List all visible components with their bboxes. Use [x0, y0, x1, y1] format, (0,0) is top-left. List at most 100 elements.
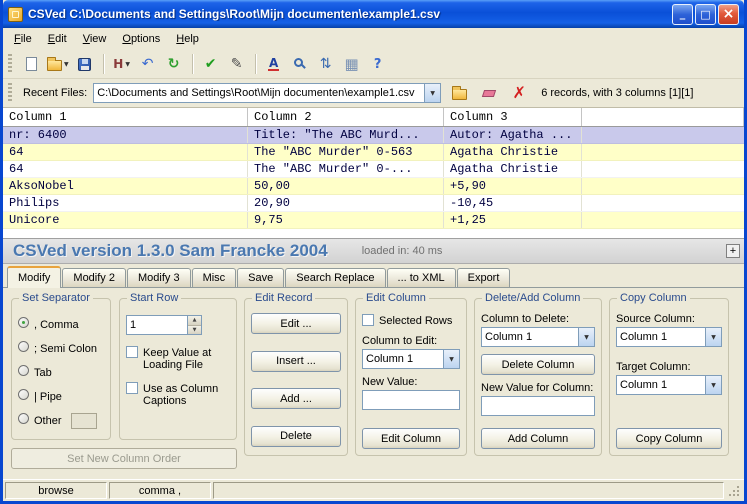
maximize-button[interactable]: □	[695, 4, 716, 25]
table-row[interactable]: 64 The "ABC Murder" 0-563 Agatha Christi…	[3, 144, 744, 161]
clear-recent-button[interactable]	[477, 81, 501, 105]
target-column-select[interactable]: Column 1 ▼	[616, 375, 722, 395]
open-folder-icon	[47, 60, 62, 71]
help-icon: ?	[374, 58, 382, 71]
new-value-for-column-input[interactable]	[481, 396, 595, 416]
menu-view[interactable]: View	[75, 30, 115, 48]
help-button[interactable]: ?	[366, 52, 390, 76]
combo-dropdown-button[interactable]: ▼	[578, 328, 594, 346]
checkbox-icon[interactable]	[126, 382, 138, 394]
combo-dropdown-button[interactable]: ▼	[705, 328, 721, 346]
table-row[interactable]: 64 The "ABC Murder" 0-... Agatha Christi…	[3, 161, 744, 178]
column-header[interactable]	[582, 108, 744, 126]
radio-button-icon[interactable]	[18, 317, 29, 328]
close-button[interactable]: ×	[718, 4, 739, 25]
combo-dropdown-button[interactable]: ▼	[443, 350, 459, 368]
expand-button[interactable]: +	[726, 244, 740, 258]
main-toolbar: ▼ H▼ ↶ ↻ ✔ ✎ A ⇅ ▦ ?	[3, 50, 744, 79]
edit-record-button[interactable]: ✎	[225, 52, 249, 76]
recent-files-combobox[interactable]: C:\Documents and Settings\Root\Mijn docu…	[93, 83, 441, 103]
edit-record-delete-button[interactable]: Delete	[251, 426, 341, 447]
minimize-button[interactable]: _	[672, 4, 693, 25]
column-header[interactable]: Column 2	[248, 108, 444, 126]
column-captions-checkbox-row[interactable]: Use as Column Captions	[126, 381, 230, 409]
add-column-button[interactable]: Add Column	[481, 428, 595, 449]
radio-other[interactable]: Other	[18, 413, 104, 429]
selected-rows-checkbox-row[interactable]: Selected Rows	[362, 313, 460, 329]
undo-button[interactable]: ↶	[136, 52, 160, 76]
table-row[interactable]: nr: 6400 Title: "The ABC Murd... Autor: …	[3, 127, 744, 144]
toolbar-grip[interactable]	[8, 54, 12, 74]
cell: -10,45	[444, 195, 582, 211]
refresh-button[interactable]: ↻	[162, 52, 186, 76]
edit-record-edit-button[interactable]: Edit ...	[251, 313, 341, 334]
set-new-column-order-button[interactable]: Set New Column Order	[11, 448, 237, 469]
apply-button[interactable]: ✔	[199, 52, 223, 76]
combo-dropdown-button[interactable]: ▼	[424, 84, 440, 102]
sort-button[interactable]: ⇅	[314, 52, 338, 76]
new-value-input[interactable]	[362, 390, 460, 410]
checkbox-icon[interactable]	[362, 314, 374, 326]
edit-record-insert-button[interactable]: Insert ...	[251, 351, 341, 372]
radio-comma[interactable]: , Comma	[18, 317, 104, 333]
delete-column-button[interactable]: Delete Column	[481, 354, 595, 375]
column-to-edit-select[interactable]: Column 1 ▼	[362, 349, 460, 369]
other-separator-input[interactable]	[71, 413, 97, 429]
resize-grip[interactable]	[726, 482, 742, 499]
tab-to-xml[interactable]: ... to XML	[387, 268, 456, 287]
radio-button-icon[interactable]	[18, 389, 29, 400]
menu-options[interactable]: Options	[114, 30, 168, 48]
tab-modify-2[interactable]: Modify 2	[62, 268, 126, 287]
combo-dropdown-button[interactable]: ▼	[705, 376, 721, 394]
stepper-down-button[interactable]: ▼	[188, 325, 201, 335]
open-recent-button[interactable]	[447, 81, 471, 105]
radio-button-icon[interactable]	[18, 341, 29, 352]
menu-edit[interactable]: Edit	[40, 30, 75, 48]
tab-export[interactable]: Export	[457, 268, 511, 287]
radio-pipe[interactable]: | Pipe	[18, 389, 104, 405]
remove-recent-button[interactable]: ✗	[507, 81, 531, 105]
open-file-button[interactable]: ▼	[45, 52, 71, 76]
column-width-button[interactable]: H▼	[110, 52, 134, 76]
tab-modify-3[interactable]: Modify 3	[127, 268, 191, 287]
chevron-down-icon: ▼	[430, 90, 435, 97]
toolbar-grip[interactable]	[8, 83, 12, 103]
tab-search-replace[interactable]: Search Replace	[285, 268, 385, 287]
tab-save[interactable]: Save	[237, 268, 284, 287]
menu-file[interactable]: File	[6, 30, 40, 48]
grid-view-button[interactable]: ▦	[340, 52, 364, 76]
edit-record-add-button[interactable]: Add ...	[251, 388, 341, 409]
edit-column-button[interactable]: Edit Column	[362, 428, 460, 449]
checkbox-label: Keep Value at Loading File	[143, 347, 230, 371]
stepper-up-button[interactable]: ▲	[188, 316, 201, 325]
column-to-delete-select[interactable]: Column 1 ▼	[481, 327, 595, 347]
keep-value-checkbox-row[interactable]: Keep Value at Loading File	[126, 345, 230, 373]
group-title: Start Row	[127, 292, 181, 304]
modify-tab-panel: Set Separator , Comma ; Semi Colon Tab	[3, 287, 744, 479]
menu-help[interactable]: Help	[168, 30, 207, 48]
undo-icon: ↶	[142, 57, 154, 71]
find-button[interactable]	[288, 52, 312, 76]
start-row-group: Start Row ▲ ▼ Keep Value at Loading File	[119, 298, 237, 440]
radio-tab[interactable]: Tab	[18, 365, 104, 381]
radio-semicolon[interactable]: ; Semi Colon	[18, 341, 104, 357]
new-file-button[interactable]	[19, 52, 43, 76]
tab-modify[interactable]: Modify	[7, 266, 61, 288]
checkbox-icon[interactable]	[126, 346, 138, 358]
table-row[interactable]: AksoNobel 50,00 +5,90	[3, 178, 744, 195]
radio-button-icon[interactable]	[18, 413, 29, 424]
radio-button-icon[interactable]	[18, 365, 29, 376]
toolbar-separator	[192, 54, 193, 74]
column-width-icon: H	[113, 58, 123, 70]
tab-misc[interactable]: Misc	[192, 268, 237, 287]
copy-column-button[interactable]: Copy Column	[616, 428, 722, 449]
cell: +1,25	[444, 212, 582, 228]
source-column-select[interactable]: Column 1 ▼	[616, 327, 722, 347]
table-row[interactable]: Unicore 9,75 +1,25	[3, 212, 744, 229]
font-button[interactable]: A	[262, 52, 286, 76]
start-row-input[interactable]	[126, 315, 187, 335]
column-header[interactable]: Column 1	[3, 108, 248, 126]
save-button[interactable]	[73, 52, 97, 76]
column-header[interactable]: Column 3	[444, 108, 582, 126]
table-row[interactable]: Philips 20,90 -10,45	[3, 195, 744, 212]
